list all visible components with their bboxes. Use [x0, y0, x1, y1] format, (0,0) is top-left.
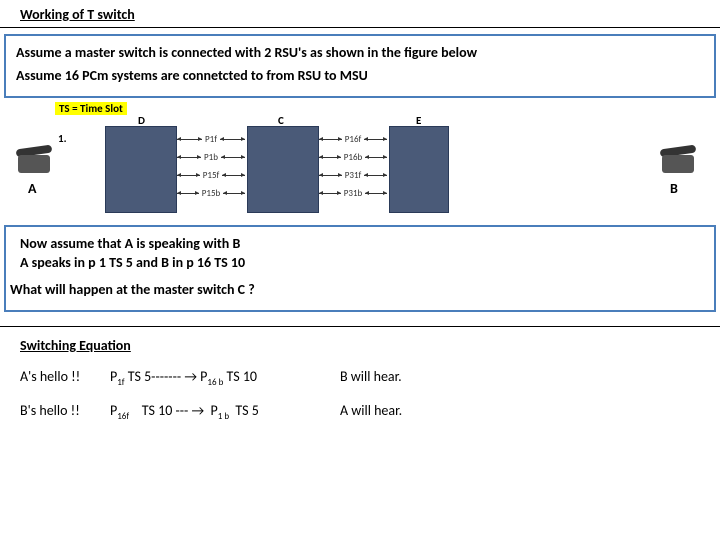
- eq2-who: B's hello !!: [20, 402, 110, 422]
- page-title: Working of T switch: [20, 6, 135, 23]
- endpoint-b: B: [670, 180, 678, 197]
- eq1-who: A's hello !!: [20, 368, 110, 388]
- intro-line-1: Assume a master switch is connected with…: [16, 44, 704, 61]
- scenario-question: What will happen at the master switch C …: [10, 281, 704, 298]
- block-c: [247, 126, 319, 213]
- eq2-expr: P16f TS 10 --- → P1 b TS 5: [110, 402, 340, 422]
- links-d-c: P1f P1b P15f P15b: [177, 130, 245, 202]
- endpoint-a: A: [28, 180, 36, 197]
- phone-icon-a: [16, 147, 52, 173]
- eq1-result: B will hear.: [340, 368, 402, 388]
- intro-box: Assume a master switch is connected with…: [4, 34, 716, 98]
- diagram: TS = Time Slot 1. D C E A P1f P1b P15f P…: [10, 102, 710, 217]
- phone-icon-b: [660, 147, 696, 173]
- block-e: [389, 126, 449, 213]
- block-d: [105, 126, 177, 213]
- scenario-box: Now assume that A is speaking with B A s…: [4, 225, 716, 312]
- equation-section: Switching Equation A's hello !! P1f TS 5…: [0, 337, 720, 422]
- diagram-number: 1.: [58, 132, 67, 145]
- scenario-line-1: Now assume that A is speaking with B: [10, 235, 704, 252]
- title-row: Working of T switch: [0, 0, 720, 28]
- links-c-e: P16f P16b P31f P31b: [319, 130, 387, 202]
- equation-heading: Switching Equation: [20, 337, 700, 354]
- equation-row-2: B's hello !! P16f TS 10 --- → P1 b TS 5 …: [20, 402, 700, 422]
- timeslot-legend: TS = Time Slot: [55, 102, 127, 115]
- eq1-expr: P1f TS 5------- → P16 b TS 10: [110, 368, 340, 388]
- equation-row-1: A's hello !! P1f TS 5------- → P16 b TS …: [20, 368, 700, 388]
- scenario-line-2: A speaks in p 1 TS 5 and B in p 16 TS 10: [10, 254, 704, 271]
- divider: [0, 326, 720, 327]
- eq2-result: A will hear.: [340, 402, 402, 422]
- intro-line-2: Assume 16 PCm systems are connetcted to …: [16, 67, 704, 84]
